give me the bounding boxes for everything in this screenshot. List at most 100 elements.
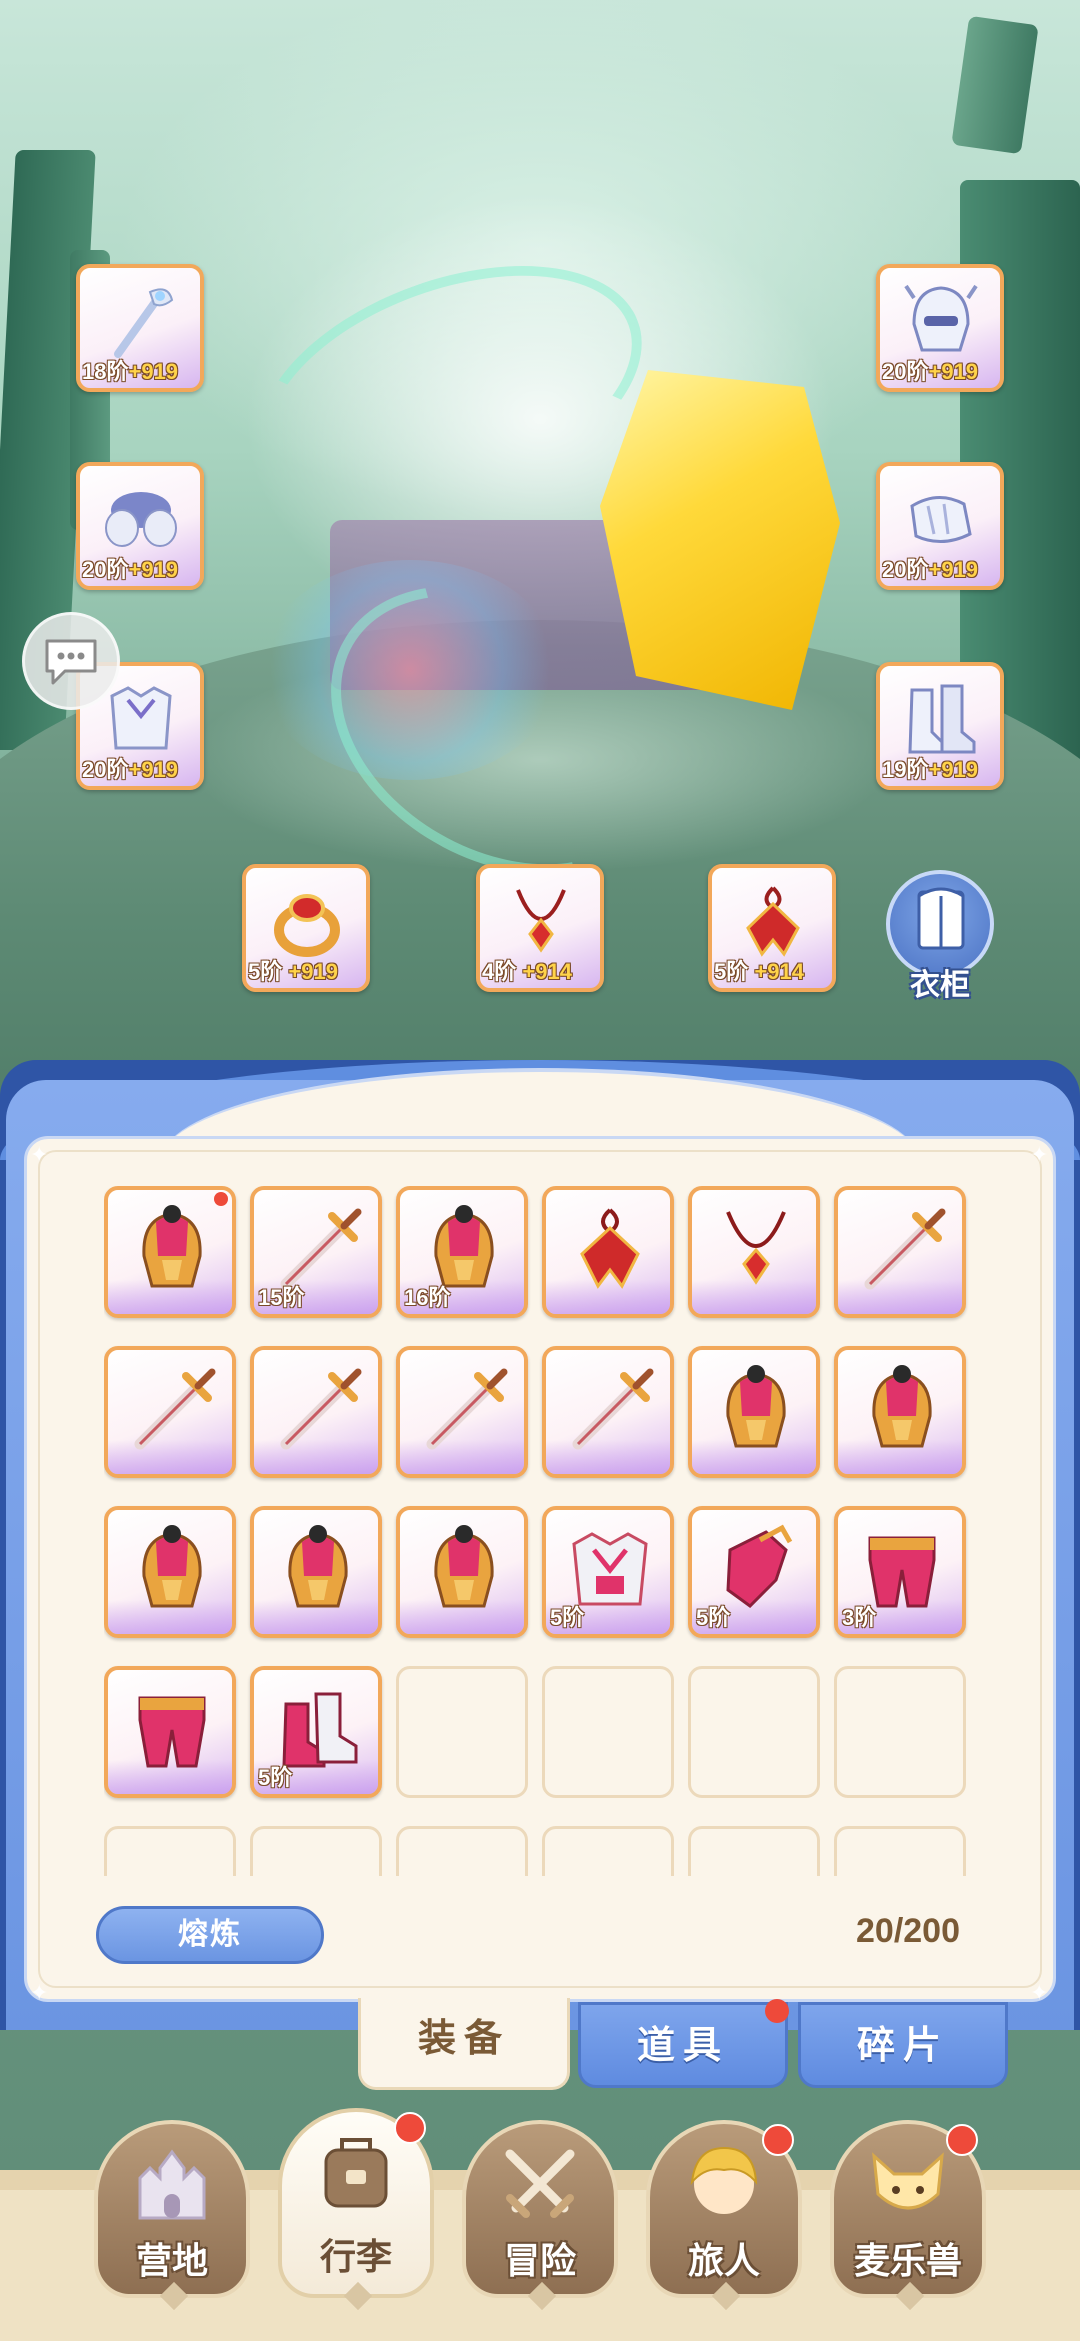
wardrobe-button[interactable]: 衣柜 (886, 870, 994, 1002)
bag-item-slot[interactable] (688, 1186, 820, 1318)
helmet-icon (142, 1205, 202, 1288)
tab-fragments[interactable]: 碎片 (798, 2002, 1008, 2088)
nav-luggage[interactable]: 行李 (278, 2108, 434, 2311)
tab-label: 道具 (636, 2025, 729, 2067)
nav-label: 旅人 (687, 2240, 760, 2281)
bag-item-slot[interactable] (250, 1346, 382, 1478)
item-tier: 16阶 (404, 1285, 451, 1310)
equip-slot-label: 19阶+919 (882, 752, 978, 784)
bag-item-slot[interactable] (688, 1346, 820, 1478)
bonus-text: +919 (928, 359, 979, 384)
tab-label: 装备 (417, 2018, 510, 2060)
nav-camp[interactable]: 营地 (94, 2120, 250, 2311)
tab-items[interactable]: 道具 (578, 1999, 789, 2088)
equip-slot-amulet[interactable]: 5阶 +914 (708, 864, 836, 992)
sword-icon (572, 1368, 654, 1450)
ring-icon (274, 894, 340, 957)
bag-item-slot[interactable] (250, 1506, 382, 1638)
bag-item-slot[interactable] (396, 1506, 528, 1638)
equip-slot-label: 20阶+919 (882, 552, 978, 584)
notification-dot (214, 1192, 228, 1206)
equip-slot-ring[interactable]: 5阶 +919 (242, 864, 370, 992)
bag-item-slot[interactable] (104, 1506, 236, 1638)
amulet-icon (580, 1208, 640, 1289)
helmet-icon (904, 284, 978, 352)
tier-text: 20阶 (82, 757, 129, 782)
equip-slot-label: 18阶+919 (82, 354, 178, 386)
bag-item-slot[interactable]: 5阶 (250, 1666, 382, 1798)
chat-button[interactable] (22, 612, 120, 710)
bonus-text: +919 (288, 959, 338, 984)
equip-slot-label: 5阶 +919 (248, 954, 338, 986)
nav-label: 麦乐兽 (853, 2240, 962, 2281)
bonus-text: +919 (128, 557, 179, 582)
game-screen: 18阶+919 20阶+919 20阶+919 20阶+919 20阶+919 (0, 0, 1080, 2341)
bonus-text: +919 (128, 359, 179, 384)
bag-empty-slot[interactable] (688, 1826, 820, 1876)
bag-empty-slot[interactable] (542, 1666, 674, 1798)
corner-star-icon: ✦ (1030, 1142, 1049, 1167)
bag-item-slot[interactable] (396, 1346, 528, 1478)
bag-empty-slot[interactable] (834, 1666, 966, 1798)
bag-capacity: 20/200 (856, 1912, 960, 1950)
equip-slot-weapon[interactable]: 18阶+919 (76, 264, 204, 392)
bag-item-slot[interactable] (104, 1346, 236, 1478)
bag-item-slot[interactable]: 5阶 (542, 1506, 674, 1638)
necklace-icon (726, 1211, 786, 1285)
bag-item-slot[interactable] (542, 1346, 674, 1478)
item-tier: 5阶 (696, 1605, 731, 1630)
equip-slot-hands[interactable]: 20阶+919 (876, 462, 1004, 590)
notification-dot (946, 2124, 978, 2156)
helmet-icon (142, 1525, 202, 1608)
notification-dot (394, 2112, 426, 2144)
bag-item-slot[interactable]: 3阶 (834, 1506, 966, 1638)
item-tier: 15阶 (258, 1285, 305, 1310)
bonus-text: +919 (128, 757, 179, 782)
backpack-icon (324, 2138, 388, 2208)
corner-star-icon: ✦ (30, 1142, 49, 1167)
bag-item-slot[interactable] (104, 1186, 236, 1318)
nav-pet[interactable]: 麦乐兽 (830, 2120, 986, 2311)
equip-slot-label: 20阶+919 (82, 752, 178, 784)
wardrobe-label: 衣柜 (910, 969, 970, 1002)
helmet-icon (288, 1525, 348, 1608)
bag-empty-slot[interactable] (250, 1826, 382, 1876)
nav-traveler[interactable]: 旅人 (646, 2120, 802, 2311)
corner-star-icon: ✦ (1030, 1980, 1049, 2005)
equip-slot-necklace[interactable]: 4阶 +914 (476, 864, 604, 992)
helmet-icon (434, 1525, 494, 1608)
smelt-button[interactable]: 熔炼 (96, 1906, 324, 1964)
bag-empty-slot[interactable] (834, 1826, 966, 1876)
equip-slot-feet[interactable]: 19阶+919 (876, 662, 1004, 790)
sword-icon (134, 1368, 216, 1450)
bag-empty-slot[interactable] (542, 1826, 674, 1876)
chat-bubble-icon (45, 639, 97, 685)
castle-icon (138, 2149, 206, 2220)
pants-icon (138, 1696, 206, 1768)
equip-slot-head[interactable]: 20阶+919 (876, 264, 1004, 392)
boots-icon (908, 684, 976, 754)
bag-item-slot[interactable]: 15阶 (250, 1186, 382, 1318)
bag-empty-slot[interactable] (396, 1666, 528, 1798)
bag-item-slot[interactable]: 16阶 (396, 1186, 528, 1318)
bag-item-slot[interactable] (542, 1186, 674, 1318)
bag-item-slot[interactable] (104, 1666, 236, 1798)
tier-text: 4阶 (482, 959, 517, 984)
bag-empty-slot[interactable] (688, 1666, 820, 1798)
bag-item-slot[interactable] (834, 1346, 966, 1478)
bag-empty-slot[interactable] (396, 1826, 528, 1876)
tier-text: 18阶 (82, 359, 129, 384)
gauntlet-icon (910, 496, 972, 543)
helmet-icon (872, 1365, 932, 1448)
bonus-text: +914 (754, 959, 804, 984)
tab-equipment[interactable]: 装备 (358, 1998, 570, 2090)
bonus-text: +919 (928, 757, 979, 782)
bag-item-slot[interactable]: 5阶 (688, 1506, 820, 1638)
bag-empty-slot[interactable] (104, 1826, 236, 1876)
nav-label: 冒险 (503, 2240, 576, 2281)
nav-adventure[interactable]: 冒险 (462, 2120, 618, 2311)
staff-icon (114, 288, 174, 358)
bag-item-slot[interactable] (834, 1186, 966, 1318)
equip-slot-shoulder[interactable]: 20阶+919 (76, 462, 204, 590)
pauldron-icon (105, 492, 177, 547)
